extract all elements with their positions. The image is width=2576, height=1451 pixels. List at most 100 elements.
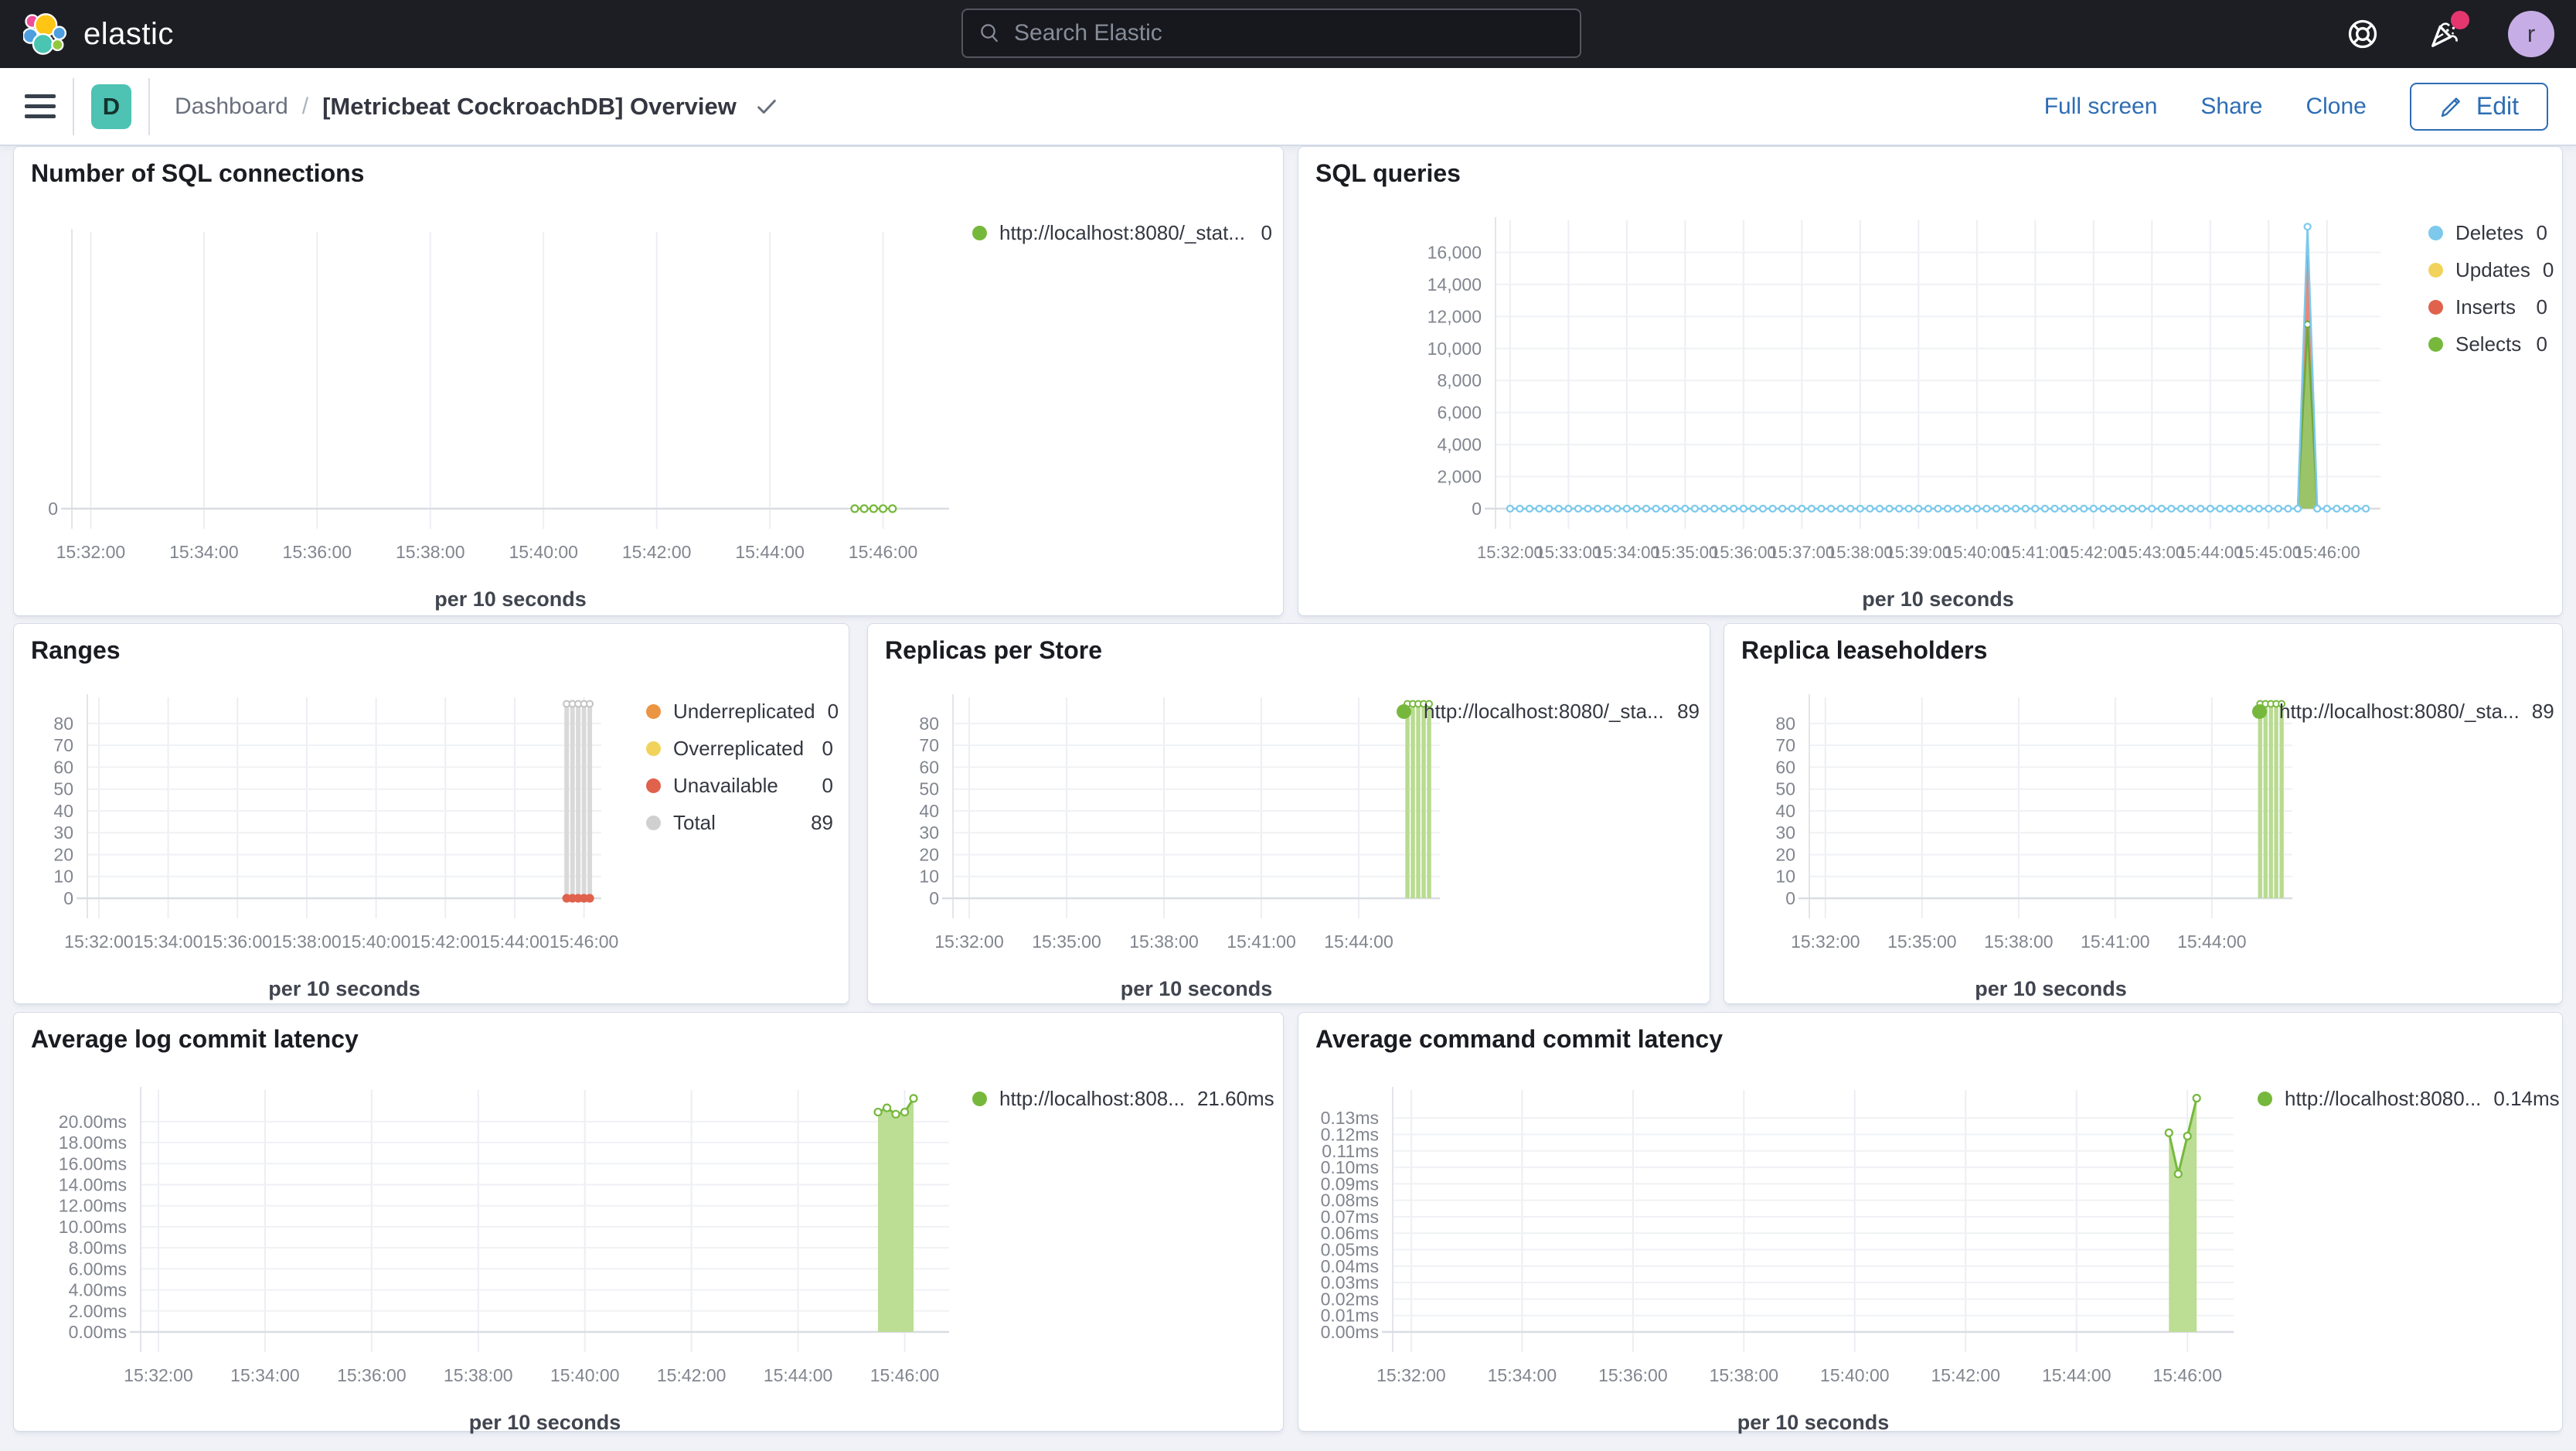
chart-replica-leaseholders[interactable]: 010 20304050607080 15:32:00 15:35:00 15:38:0… [1724,624,2564,1005]
newsfeed-button[interactable] [2426,11,2469,53]
legend-series-dot [2258,1092,2272,1106]
svg-text:16,000: 16,000 [1428,242,1482,262]
clone-button[interactable]: Clone [2305,94,2366,120]
svg-text:15:34:00: 15:34:00 [1488,1365,1557,1385]
chart-average-log-commit-latency[interactable]: 0.00ms2.00ms4.00ms6.00ms8.00ms10.00ms12.… [14,1013,1285,1434]
legend-series-dot [2428,337,2443,352]
edit-button-label: Edit [2476,92,2519,120]
legend-item[interactable]: Updates 0 [2428,258,2554,282]
svg-text:15:32:00: 15:32:00 [56,542,126,562]
legend-item[interactable]: http://localhost:8080... 0.14ms [2258,1087,2560,1111]
svg-text:60: 60 [1775,757,1795,777]
breadcrumb-dashboard-link[interactable]: Dashboard [175,94,288,120]
svg-text:per 10 seconds: per 10 seconds [1862,588,2014,611]
svg-text:80: 80 [1775,714,1795,734]
menu-icon[interactable] [25,94,56,118]
help-button[interactable] [2344,15,2381,53]
space-badge[interactable]: D [91,83,131,129]
svg-text:15:32:00: 15:32:00 [1791,932,1860,952]
svg-text:8.00ms: 8.00ms [69,1238,127,1258]
legend-item[interactable]: http://localhost:8080/_sta... 89 [1397,700,1700,724]
legend-item[interactable]: http://localhost:8080/_sta... 89 [2252,700,2554,724]
panel-number-of-sql-connections: Number of SQL connections 0 15:32:00 15:34… [13,146,1284,616]
legend-series-value: 89 [2531,700,2554,723]
legend-series-value: 21.60ms [1196,1087,1274,1110]
breadcrumb-divider: / [301,93,309,119]
pencil-icon [2441,97,2460,117]
panel-sql-queries: SQL queries 0 2,000 4,000 6,000 8,000 10,000 1… [1298,146,2563,616]
svg-text:15:38:00: 15:38:00 [1710,1365,1779,1385]
chart-legend: http://localhost:8080/_sta... 89 [1397,700,1700,737]
svg-text:15:40:00: 15:40:00 [342,932,411,952]
svg-text:15:46:00: 15:46:00 [870,1365,940,1385]
svg-text:70: 70 [53,735,73,755]
svg-text:15:34:00: 15:34:00 [230,1365,300,1385]
svg-text:per 10 seconds: per 10 seconds [1737,1411,1890,1434]
svg-text:15:44:00: 15:44:00 [1324,932,1393,952]
svg-text:15:36:00: 15:36:00 [1710,543,1777,562]
chart-replicas-per-store[interactable]: 010 20304050607080 15:32:00 15:35:00 15:38:0… [868,624,1711,1005]
chart-legend: http://localhost:8080/_sta... 89 [2252,700,2554,737]
svg-text:50: 50 [919,779,939,799]
legend-item[interactable]: Deletes 0 [2428,221,2547,245]
legend-series-dot [972,1092,987,1106]
chart-sql-queries[interactable]: 0 2,000 4,000 6,000 8,000 10,000 12,000 14,000 1… [1298,147,2564,617]
svg-text:0: 0 [1472,499,1482,519]
chart-number-of-sql-connections[interactable]: 0 15:32:00 15:34:00 15:36:00 15:38:00 15:40:0… [14,147,1285,617]
legend-item[interactable]: Total 89 [646,811,833,835]
legend-item[interactable]: http://localhost:8080/_stat... 0 [972,221,1272,245]
svg-text:20: 20 [919,844,939,864]
svg-text:80: 80 [53,714,73,734]
legend-item[interactable]: Unavailable 0 [646,774,833,798]
svg-text:40: 40 [919,801,939,821]
elastic-logo-icon [23,13,66,55]
chart-legend: http://localhost:808... 21.60ms [972,1087,1274,1124]
avatar-initial: r [2527,20,2536,47]
edit-button[interactable]: Edit [2409,82,2548,131]
share-button[interactable]: Share [2200,94,2262,120]
svg-text:14.00ms: 14.00ms [59,1174,127,1194]
legend-item[interactable]: Inserts 0 [2428,295,2547,319]
svg-text:15:42:00: 15:42:00 [657,1365,727,1385]
svg-text:15:35:00: 15:35:00 [1652,543,1719,562]
legend-series-label: Underreplicated [673,700,815,723]
chart-average-command-commit-latency[interactable]: 0.00ms0.01ms0.02ms0.03ms0.04ms0.05ms0.06… [1298,1013,2564,1434]
chart-legend: Deletes 0 Updates 0 Inserts 0 Selects 0 [2428,221,2554,370]
svg-text:15:44:00: 15:44:00 [2177,932,2247,952]
legend-item[interactable]: Underreplicated 0 [646,700,839,724]
legend-item[interactable]: http://localhost:808... 21.60ms [972,1087,1274,1111]
svg-text:15:44:00: 15:44:00 [735,542,805,562]
panel-ranges: Ranges 0 10 20 30 40 50 60 70 80 15:32:00 15:34:00… [13,623,849,1004]
svg-text:14,000: 14,000 [1428,274,1482,295]
svg-text:15:46:00: 15:46:00 [2152,1365,2222,1385]
svg-text:4,000: 4,000 [1437,434,1482,455]
svg-text:15:39:00: 15:39:00 [1886,543,1952,562]
legend-item[interactable]: Overreplicated 0 [646,737,833,761]
svg-text:0.13ms: 0.13ms [1321,1108,1379,1128]
svg-text:15:42:00: 15:42:00 [622,542,692,562]
notification-dot [2451,11,2469,29]
svg-text:15:38:00: 15:38:00 [1984,932,2054,952]
svg-text:8,000: 8,000 [1437,370,1482,390]
svg-text:10: 10 [919,867,939,887]
legend-series-label: http://localhost:8080... [2285,1087,2482,1110]
legend-series-dot [646,816,661,830]
svg-text:50: 50 [1775,779,1795,799]
svg-text:per 10 seconds: per 10 seconds [268,977,420,1000]
user-avatar[interactable]: r [2508,11,2554,57]
svg-text:60: 60 [919,757,939,777]
svg-text:2.00ms: 2.00ms [69,1301,127,1321]
search-input[interactable] [1014,20,1564,46]
svg-text:15:38:00: 15:38:00 [1129,932,1199,952]
svg-text:15:40:00: 15:40:00 [1944,543,2010,562]
legend-series-label: http://localhost:8080/_sta... [1424,700,1664,723]
svg-text:15:40:00: 15:40:00 [509,542,578,562]
legend-item[interactable]: Selects 0 [2428,332,2547,356]
global-search[interactable] [961,9,1581,58]
svg-text:60: 60 [53,757,73,777]
page-title: [Metricbeat CockroachDB] Overview [322,92,737,120]
dashboard-toolbar: D Dashboard / [Metricbeat CockroachDB] O… [0,68,2576,146]
full-screen-button[interactable]: Full screen [2044,94,2158,120]
svg-text:15:36:00: 15:36:00 [337,1365,407,1385]
elastic-logo[interactable]: elastic [23,12,174,56]
